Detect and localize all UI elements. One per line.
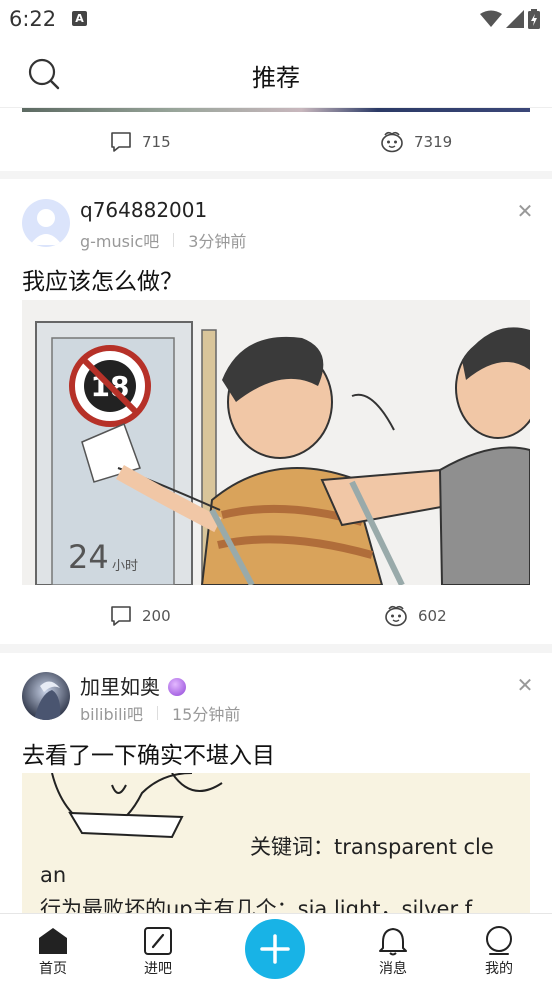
post-stats: 200 602: [0, 605, 552, 635]
comment-button[interactable]: 200: [110, 605, 171, 627]
username[interactable]: q764882001: [80, 198, 207, 222]
status-bar: 6:22 A: [0, 0, 552, 40]
username[interactable]: 加里如奥: [80, 675, 160, 699]
top-header: 推荐: [0, 40, 552, 108]
post-create-button[interactable]: [245, 919, 305, 979]
user-avatar-image: [22, 672, 70, 720]
post-meta: g-music吧 3分钟前: [80, 228, 246, 252]
home-icon: [39, 928, 67, 954]
post-title[interactable]: 我应该怎么做？: [22, 262, 183, 296]
bell-icon: [379, 928, 407, 956]
svg-text:小时: 小时: [112, 559, 138, 574]
comment-icon: [111, 606, 131, 626]
image-caption-line: 行为最败坏的up主有几个：sia light，silver f: [40, 897, 473, 913]
nav-label: 消息: [379, 961, 407, 977]
post-time: 15分钟前: [172, 705, 241, 724]
edit-square-icon: [144, 927, 172, 955]
image-text-24h: 24: [68, 538, 109, 576]
meta-divider: [157, 706, 158, 720]
username-row[interactable]: 加里如奥: [80, 671, 186, 700]
level-badge-icon: [168, 678, 186, 696]
like-count: 602: [418, 607, 447, 625]
nav-label: 首页: [39, 961, 67, 977]
comment-button[interactable]: 715: [110, 131, 171, 153]
post-card[interactable]: 加里如奥 bilibili吧 15分钟前 ✕ 去看了一下确实不堪入目 关键词：t…: [0, 653, 552, 913]
post-stats: 715 7319: [0, 131, 552, 161]
status-time: 6:22: [9, 7, 57, 31]
image-caption-line: an: [40, 863, 67, 887]
nav-label: 我的: [485, 961, 513, 977]
post-image[interactable]: [22, 108, 530, 112]
feed-list[interactable]: 715 7319 q764882001 g-music吧 3分钟前 ✕ 我应该怎…: [0, 108, 552, 913]
image-caption-line: 关键词：transparent cle: [250, 835, 494, 859]
battery-icon: [528, 9, 540, 29]
default-avatar-icon: [22, 199, 70, 247]
wifi-icon: [480, 10, 502, 27]
post-image[interactable]: 关键词：transparent cle an 行为最败坏的up主有几个：sia …: [22, 773, 530, 913]
avatar[interactable]: [22, 199, 70, 247]
nav-forum[interactable]: 进吧: [123, 924, 193, 978]
meta-divider: [173, 233, 175, 247]
forum-name[interactable]: g-music吧: [80, 228, 159, 252]
nav-home[interactable]: 首页: [18, 924, 88, 978]
close-icon[interactable]: ✕: [514, 673, 536, 697]
profile-icon: [486, 926, 512, 955]
close-icon[interactable]: ✕: [514, 199, 536, 223]
post-card[interactable]: 715 7319: [0, 108, 552, 171]
like-face-icon: [385, 605, 407, 627]
post-image[interactable]: 18 24 小时: [22, 300, 530, 585]
nav-mine[interactable]: 我的: [464, 924, 534, 978]
signal-icon: [506, 10, 524, 28]
plus-icon: [260, 934, 290, 964]
post-meta: bilibili吧 15分钟前: [80, 701, 240, 725]
like-face-icon: [381, 131, 403, 153]
system-icons: [480, 9, 540, 29]
post-title[interactable]: 去看了一下确实不堪入目: [22, 736, 275, 770]
forum-name[interactable]: bilibili吧: [80, 701, 143, 725]
nav-label: 进吧: [144, 961, 172, 977]
page-title: 推荐: [252, 64, 300, 92]
like-button[interactable]: 7319: [380, 131, 452, 153]
nav-messages[interactable]: 消息: [358, 924, 428, 978]
like-button[interactable]: 602: [384, 605, 447, 627]
bottom-nav: 首页 进吧 消息 我的: [0, 913, 552, 983]
comment-count: 200: [142, 607, 171, 625]
comic-illustration: 18 24 小时: [22, 300, 530, 585]
like-count: 7319: [414, 133, 453, 151]
comment-count: 715: [142, 133, 171, 151]
comment-icon: [111, 132, 131, 152]
notification-icon: A: [72, 11, 87, 26]
post-card[interactable]: q764882001 g-music吧 3分钟前 ✕ 我应该怎么做？ 18 24: [0, 179, 552, 644]
avatar[interactable]: [22, 672, 70, 720]
post-time: 3分钟前: [188, 232, 247, 251]
